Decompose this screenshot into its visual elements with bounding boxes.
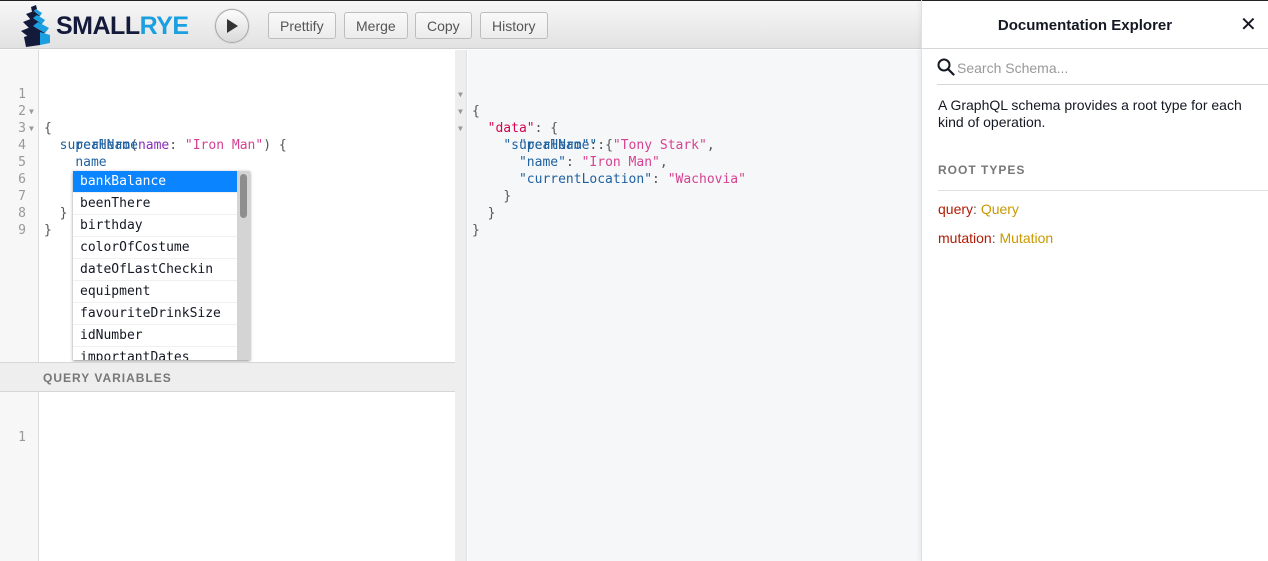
code-line: 1 ▼ { <box>0 69 455 136</box>
schema-search <box>937 57 1268 85</box>
code-text: "realName": "Tony Stark", <box>472 137 715 154</box>
logo-icon <box>21 5 50 47</box>
autocomplete-scrollbar[interactable] <box>237 171 250 360</box>
token-punc: : <box>652 172 668 187</box>
logo-text-rye: RYE <box>139 11 189 40</box>
code-line: 4 name <box>0 120 455 170</box>
autocomplete-item[interactable]: favouriteDrinkSize <box>73 303 237 325</box>
schema-search-input[interactable] <box>957 57 1257 79</box>
doc-explorer-header: Documentation Explorer ✕ <box>922 0 1268 49</box>
token-punc: , <box>706 138 715 153</box>
code-line: 6 <box>0 154 455 187</box>
play-icon <box>227 19 238 33</box>
code-line: 5 currentLocation <box>0 137 455 187</box>
execute-query-button[interactable] <box>215 9 249 43</box>
root-type-key: query <box>938 201 974 217</box>
logo-text: SMALLRYE <box>56 12 189 41</box>
autocomplete-item[interactable]: equipment <box>73 281 237 303</box>
code-line: 2 ▼ superHero(name: "Iron Man") { <box>0 86 455 153</box>
fold-arrow-icon[interactable]: ▼ <box>458 103 463 120</box>
token-brace: } <box>44 223 52 238</box>
copy-button[interactable]: Copy <box>415 12 472 39</box>
code-line: 1 <box>0 412 455 445</box>
prettify-button[interactable]: Prettify <box>268 12 336 39</box>
result-line: "name": "Iron Man", <box>468 137 668 170</box>
toolbar: SMALLRYE Prettify Merge Copy History <box>0 0 921 49</box>
token-string: "Tony Stark" <box>612 138 707 153</box>
documentation-explorer: Documentation Explorer ✕ A GraphQL schem… <box>921 0 1268 561</box>
merge-button[interactable]: Merge <box>344 12 408 39</box>
root-type-mutation: mutation: Mutation <box>938 230 1053 246</box>
line-number: 1 <box>18 430 26 445</box>
query-variables-title: QUERY VARIABLES <box>43 371 172 385</box>
autocomplete-item[interactable]: colorOfCostume <box>73 237 237 259</box>
token-punc: : <box>597 138 613 153</box>
root-type-key: mutation <box>938 230 992 246</box>
autocomplete-item[interactable]: beenThere <box>73 193 237 215</box>
token-string: "Wachovia" <box>667 172 746 187</box>
result-line: } <box>468 205 499 238</box>
code-line: 3 realName <box>0 103 455 153</box>
token-key: "realName" <box>518 138 598 153</box>
close-icon[interactable]: ✕ <box>1240 15 1257 35</box>
result-viewer: ▼ { ▼ "data": { ▼ "superHero": { "realNa… <box>458 50 921 561</box>
autocomplete-dropdown[interactable]: bankBalance beenThere birthday colorOfCo… <box>73 171 250 360</box>
result-line: "currentLocation": "Wachovia" <box>468 154 746 187</box>
token-punc: : <box>565 155 582 170</box>
root-type-link[interactable]: Mutation <box>999 230 1053 246</box>
root-type-link[interactable]: Query <box>981 201 1019 217</box>
line-number: 9 <box>18 223 26 238</box>
result-line: ▼ "superHero": { <box>458 103 613 153</box>
logo-text-small: SMALL <box>56 11 140 40</box>
code-text: "currentLocation": "Wachovia" <box>472 171 746 188</box>
code-text: } <box>44 222 52 239</box>
result-line: } <box>468 171 511 204</box>
autocomplete-item[interactable]: birthday <box>73 215 237 237</box>
root-type-colon: : <box>973 201 981 217</box>
root-type-query: query: Query <box>938 201 1019 217</box>
code-text: "name": "Iron Man", <box>472 154 668 171</box>
autocomplete-item[interactable]: idNumber <box>73 325 237 347</box>
schema-description: A GraphQL schema provides a root type fo… <box>938 97 1242 130</box>
token-brace: { <box>550 121 559 136</box>
result-line: } <box>468 188 499 221</box>
fold-arrow-icon[interactable]: ▼ <box>458 86 463 103</box>
autocomplete-item[interactable]: bankBalance <box>73 171 237 193</box>
query-variables-editor[interactable]: 1 <box>0 392 455 561</box>
autocomplete-scrollbar-thumb[interactable] <box>240 174 247 218</box>
code-text: } <box>472 222 480 239</box>
result-line: ▼ "data": { <box>458 86 558 136</box>
history-button[interactable]: History <box>480 12 548 39</box>
search-icon <box>937 58 955 76</box>
query-variables-header[interactable]: QUERY VARIABLES <box>0 362 455 392</box>
token-brace: } <box>503 189 512 204</box>
token-key: "name" <box>518 155 566 170</box>
token-punc: : <box>534 121 551 136</box>
result-line: ▼ { <box>458 69 499 119</box>
token-string: "Iron Man" <box>581 155 660 170</box>
token-key: "currentLocation" <box>518 172 653 187</box>
token-punc: , <box>659 155 668 170</box>
doc-explorer-title: Documentation Explorer <box>997 17 1173 34</box>
token-brace: } <box>472 223 480 238</box>
root-types-heading: ROOT TYPES <box>938 163 1268 191</box>
autocomplete-item[interactable]: dateOfLastCheckin <box>73 259 237 281</box>
smallrye-logo: SMALLRYE <box>20 5 189 47</box>
fold-arrow-icon[interactable]: ▼ <box>458 120 463 137</box>
result-line: "realName": "Tony Stark", <box>468 120 715 153</box>
autocomplete-item[interactable]: importantDates <box>73 347 237 360</box>
